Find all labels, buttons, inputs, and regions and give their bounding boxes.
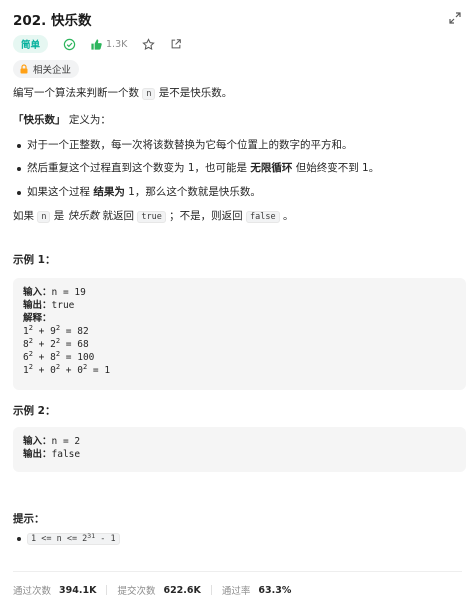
submitted-value: 622.6K xyxy=(163,584,201,596)
example1-block: 输入：n = 19 输出：true 解释： 12 + 92 = 82 82 + … xyxy=(13,278,466,390)
share-icon[interactable] xyxy=(169,37,183,51)
stat-separator xyxy=(210,585,212,595)
rule-item: 然后重复这个过程直到这个数变为 1，也可能是 无限循环 但始终变不到 1。 xyxy=(15,161,462,177)
lock-icon xyxy=(20,64,28,74)
accepted-label: 通过次数 xyxy=(13,586,52,596)
company-tag-row: 相关企业 xyxy=(13,60,80,78)
company-tag-label: 相关企业 xyxy=(33,65,72,76)
explain-line: 82 + 22 = 68 xyxy=(23,337,89,351)
hints-heading: 提示： xyxy=(13,513,45,525)
explain-line: 12 + 02 + 02 = 1 xyxy=(23,363,111,377)
example1-heading: 示例 1： xyxy=(13,254,56,266)
return-paragraph: 如果 n 是 快乐数 就返回 true ；不是，则返回 false 。 xyxy=(13,209,294,223)
hints-list: 1 <= n <= 231 - 1 xyxy=(13,533,120,545)
solved-check-icon xyxy=(62,37,76,51)
company-tag[interactable]: 相关企业 xyxy=(13,60,80,78)
rate-label: 通过率 xyxy=(221,586,251,596)
title-row: 202. 快乐数 xyxy=(13,9,462,29)
rate-value: 63.3% xyxy=(258,584,292,596)
explain-line: 12 + 92 = 82 xyxy=(23,324,89,338)
rule-item: 如果这个过程 结果为 1，那么这个数就是快乐数。 xyxy=(15,185,462,201)
rule-item: 对于一个正整数，每一次将该数替换为它每个位置上的数字的平方和。 xyxy=(15,138,462,154)
accepted-value: 394.1K xyxy=(59,584,97,596)
problem-title: 202. 快乐数 xyxy=(13,13,92,29)
submitted-label: 提交次数 xyxy=(117,586,156,596)
star-icon[interactable] xyxy=(141,37,155,51)
constraint-code: 1 <= n <= 231 - 1 xyxy=(27,533,120,545)
expand-icon[interactable] xyxy=(448,11,462,25)
stats-row: 通过次数 394.1K 提交次数 622.6K 通过率 63.3% xyxy=(13,583,291,596)
inline-code: n xyxy=(142,88,156,100)
example2-block: 输入：n = 2 输出：false xyxy=(13,427,466,472)
intro-paragraph: 编写一个算法来判断一个数 n 是不是快乐数。 xyxy=(13,87,233,100)
difficulty-badge: 简单 xyxy=(13,35,49,53)
like-count: 1.3K xyxy=(106,38,128,50)
example2-heading: 示例 2： xyxy=(13,405,56,417)
definition-paragraph: 「快乐数」 定义为： xyxy=(13,113,111,126)
bullet xyxy=(17,537,21,541)
explain-line: 62 + 82 = 100 xyxy=(23,350,95,364)
problem-description: 编写一个算法来判断一个数 n 是不是快乐数。 「快乐数」 定义为： 对于一个正整… xyxy=(13,86,462,225)
meta-row: 简单 1.3K xyxy=(13,35,183,53)
stat-separator xyxy=(106,585,108,595)
problem-page: 202. 快乐数 简单 1.3K 相关企业 编写一个算法来判断一个数 n 是不是… xyxy=(0,0,474,596)
like-button[interactable]: 1.3K xyxy=(90,38,127,51)
rules-list: 对于一个正整数，每一次将该数替换为它每个位置上的数字的平方和。 然后重复这个过程… xyxy=(15,138,462,201)
divider xyxy=(13,571,462,572)
thumbs-up-icon xyxy=(91,38,102,50)
